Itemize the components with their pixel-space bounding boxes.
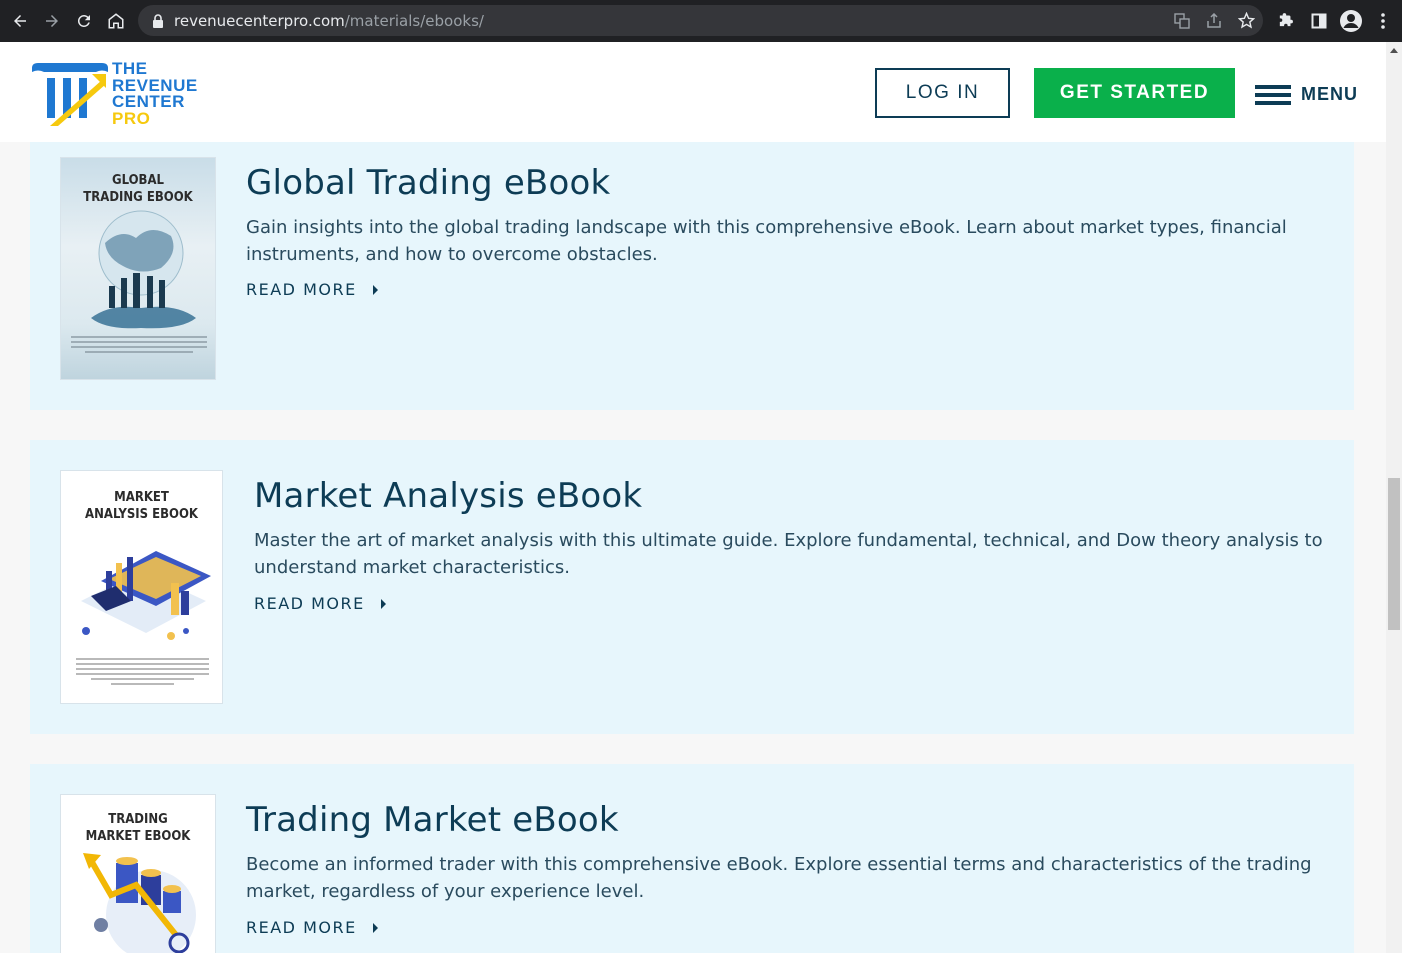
revenue-center-pro-logo[interactable]: THE REVENUE CENTER PRO — [30, 60, 210, 128]
scroll-up-arrow-icon[interactable] — [1390, 48, 1398, 53]
ebook-cover-image[interactable]: MARKET ANALYSIS EBOOK — [60, 470, 223, 704]
logo-text: THE REVENUE CENTER PRO — [112, 60, 198, 128]
reload-icon[interactable] — [68, 5, 100, 37]
log-in-button[interactable]: LOG IN — [875, 68, 1010, 118]
side-panel-icon[interactable] — [1306, 8, 1332, 34]
hamburger-icon — [1255, 84, 1291, 105]
browser-toolbar: revenuecenterpro.com/materials/ebooks/ — [0, 0, 1402, 42]
read-more-link[interactable]: READ MORE — [246, 918, 378, 937]
back-arrow-icon[interactable] — [4, 5, 36, 37]
read-more-label: READ MORE — [254, 594, 365, 613]
get-started-button[interactable]: GET STARTED — [1034, 68, 1235, 118]
caret-right-icon — [372, 922, 378, 933]
ebook-card: GLOBAL TRADING EBOOK Global Trading eBoo… — [30, 142, 1354, 410]
bookmark-star-icon[interactable] — [1235, 10, 1257, 32]
url-host: revenuecenterpro.com — [174, 11, 345, 30]
url-path: /materials/ebooks/ — [344, 11, 484, 30]
read-more-link[interactable]: READ MORE — [246, 280, 378, 299]
globe-business-illustration — [71, 210, 207, 353]
home-icon[interactable] — [100, 5, 132, 37]
market-analysis-illustration — [76, 551, 211, 685]
extensions-puzzle-icon[interactable] — [1272, 8, 1298, 34]
more-vert-icon[interactable] — [1370, 8, 1396, 34]
ebook-cover-image[interactable]: GLOBAL TRADING EBOOK — [60, 157, 216, 380]
scrollbar-thumb[interactable] — [1388, 478, 1400, 630]
ebook-title[interactable]: Global Trading eBook — [246, 163, 610, 203]
share-icon[interactable] — [1203, 10, 1225, 32]
site-header: THE REVENUE CENTER PRO LOG IN GET STARTE… — [0, 42, 1386, 142]
caret-right-icon — [380, 598, 386, 609]
menu-button[interactable]: MENU — [1255, 84, 1358, 105]
ebooks-list: GLOBAL TRADING EBOOK Global Trading eBoo… — [0, 142, 1386, 953]
ebook-description: Master the art of market analysis with t… — [254, 530, 1323, 578]
ebook-title[interactable]: Trading Market eBook — [246, 800, 619, 840]
ebook-card: MARKET ANALYSIS EBOOK Market Analysis eB… — [30, 440, 1354, 734]
page-scrollbar[interactable] — [1386, 42, 1402, 953]
caret-right-icon — [372, 284, 378, 295]
ebook-description: Gain insights into the global trading la… — [246, 217, 1287, 265]
ebook-description: Become an informed trader with this comp… — [246, 854, 1312, 902]
lock-icon — [153, 13, 163, 28]
read-more-label: READ MORE — [246, 280, 357, 299]
address-bar[interactable]: revenuecenterpro.com/materials/ebooks/ — [138, 5, 1263, 36]
trading-market-illustration — [83, 853, 196, 953]
read-more-link[interactable]: READ MORE — [254, 594, 386, 613]
profile-avatar-icon[interactable] — [1340, 9, 1362, 32]
read-more-label: READ MORE — [246, 918, 357, 937]
ebook-cover-image[interactable]: TRADING MARKET EBOOK — [60, 794, 216, 953]
ebook-card: TRADING MARKET EBOOK Trading Market eBoo… — [30, 764, 1354, 953]
translate-icon[interactable] — [1171, 10, 1193, 32]
menu-label: MENU — [1301, 84, 1358, 104]
logo-line-pro: PRO — [112, 108, 151, 128]
ebook-title[interactable]: Market Analysis eBook — [254, 476, 642, 516]
pillar-logo-icon — [32, 63, 108, 126]
forward-arrow-icon[interactable] — [36, 5, 68, 37]
